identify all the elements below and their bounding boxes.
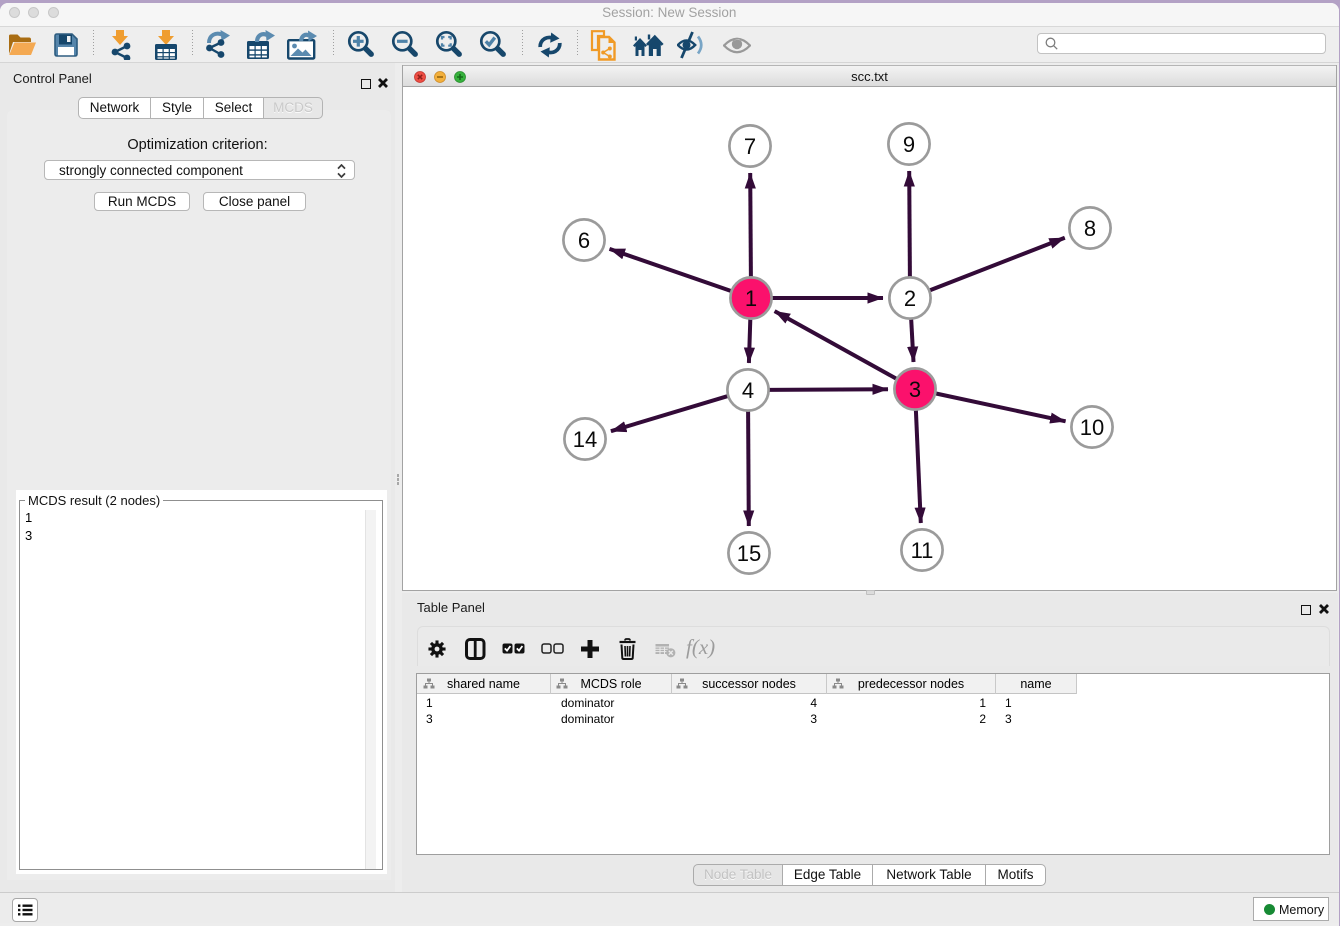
svg-text:1: 1 <box>745 286 757 311</box>
svg-text:3: 3 <box>909 377 921 402</box>
svg-text:6: 6 <box>578 228 590 253</box>
svg-text:9: 9 <box>903 132 915 157</box>
svg-text:2: 2 <box>904 286 916 311</box>
svg-text:11: 11 <box>911 538 934 563</box>
svg-text:15: 15 <box>737 541 761 566</box>
svg-text:8: 8 <box>1084 216 1096 241</box>
svg-text:4: 4 <box>742 378 754 403</box>
svg-text:14: 14 <box>573 427 597 452</box>
svg-text:7: 7 <box>744 134 756 159</box>
svg-text:10: 10 <box>1080 415 1104 440</box>
